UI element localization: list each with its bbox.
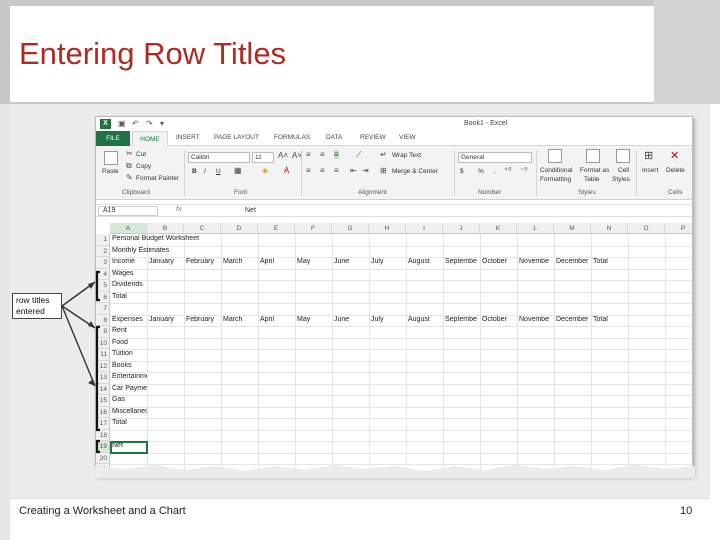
callout-arrows xyxy=(61,270,100,454)
arrowhead xyxy=(88,321,95,328)
arrowhead xyxy=(88,379,95,386)
page-number: 10 xyxy=(680,505,693,517)
footer-text: Creating a Worksheet and a Chart xyxy=(19,505,186,517)
bracket-expenses xyxy=(95,325,100,432)
bracket-income xyxy=(95,270,100,302)
bracket-net xyxy=(95,439,100,454)
arrow-to-car-payment xyxy=(61,305,96,387)
arrowhead xyxy=(88,282,95,289)
